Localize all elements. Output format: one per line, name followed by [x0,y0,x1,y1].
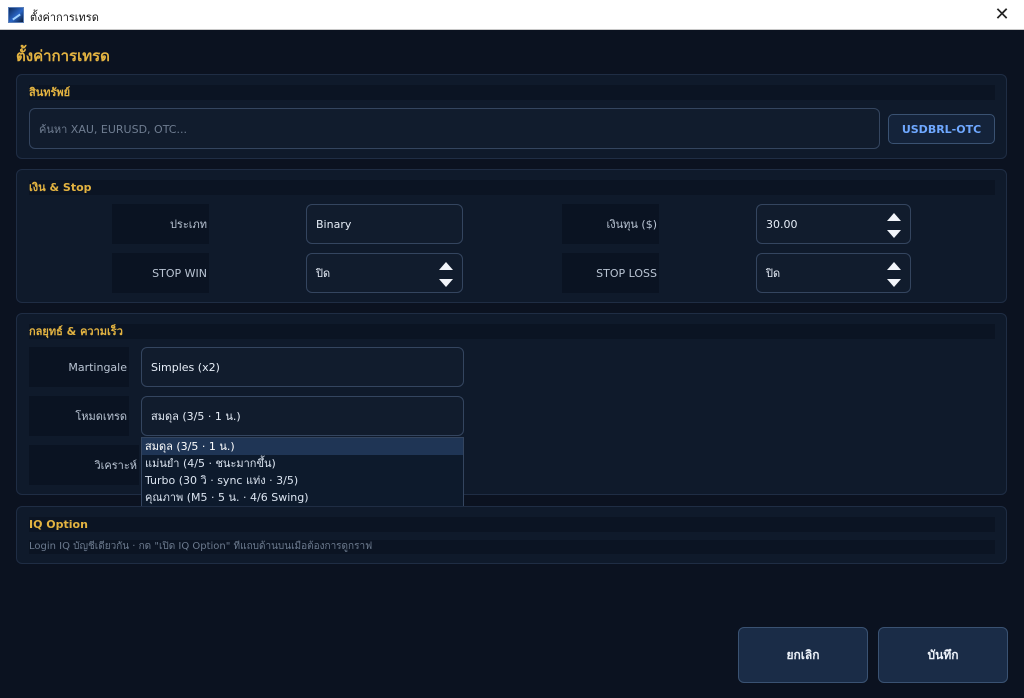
window-title: ตั้งค่าการเทรด [30,11,99,24]
mode-option[interactable]: คุณภาพ (M5 · 5 น. · 4/6 Swing) [142,489,463,506]
mode-label: โหมดเทรด [29,396,129,436]
money-section-title: เงิน & Stop [29,180,995,195]
type-select[interactable]: Binary [306,204,463,244]
iq-hint-text: Login IQ บัญชีเดียวกัน · กด "เปิด IQ Opt… [29,540,995,554]
asset-search-input[interactable]: ค้นหา XAU, EURUSD, OTC... [29,108,880,149]
spin-up-icon[interactable] [887,213,901,221]
spin-up-icon[interactable] [439,262,453,270]
app-icon [8,7,24,23]
capital-stepper[interactable]: 30.00 [756,204,911,244]
stop-loss-label: STOP LOSS [562,253,659,293]
mode-dropdown-list: สมดุล (3/5 · 1 น.) แม่นยำ (4/5 · ชนะมากข… [141,437,464,507]
close-icon[interactable]: ✕ [980,0,1024,30]
save-button[interactable]: บันทึก [878,627,1008,683]
capital-spin[interactable] [883,207,905,243]
mode-option[interactable]: Turbo (30 วิ · sync แท่ง · 3/5) [142,472,463,489]
stop-win-value: ปิด [316,267,331,280]
page-title: ตั้งค่าการเทรด [16,47,110,65]
iq-section-title: IQ Option [29,517,995,532]
selected-asset-button[interactable]: USDBRL-OTC [888,114,995,144]
spin-up-icon[interactable] [887,262,901,270]
capital-value: 30.00 [766,217,798,231]
mode-option[interactable]: แม่นยำ (4/5 · ชนะมากขึ้น) [142,455,463,472]
mode-option[interactable]: สมดุล (3/5 · 1 น.) [142,438,463,455]
iq-option-panel: IQ Option Login IQ บัญชีเดียวกัน · กด "เ… [16,506,1007,564]
cancel-button[interactable]: ยกเลิก [738,627,868,683]
strategy-section-title: กลยุทธ์ & ความเร็ว [29,324,995,339]
type-label: ประเภท [112,204,209,244]
spin-down-icon[interactable] [887,279,901,287]
stop-loss-stepper[interactable]: ปิด [756,253,911,293]
capital-label: เงินทุน ($) [562,204,659,244]
analysis-label: วิเคราะห์ [29,445,139,485]
stop-win-label: STOP WIN [112,253,209,293]
stop-win-stepper[interactable]: ปิด [306,253,463,293]
asset-section-title: สินทรัพย์ [29,85,995,100]
mode-select[interactable]: สมดุล (3/5 · 1 น.) [141,396,464,436]
window-titlebar: ตั้งค่าการเทรด ✕ [0,0,1024,30]
spin-down-icon[interactable] [887,230,901,238]
martingale-select[interactable]: Simples (x2) [141,347,464,387]
stop-win-spin[interactable] [435,256,457,292]
spin-down-icon[interactable] [439,279,453,287]
martingale-label: Martingale [29,347,129,387]
stop-loss-spin[interactable] [883,256,905,292]
stop-loss-value: ปิด [766,267,781,280]
